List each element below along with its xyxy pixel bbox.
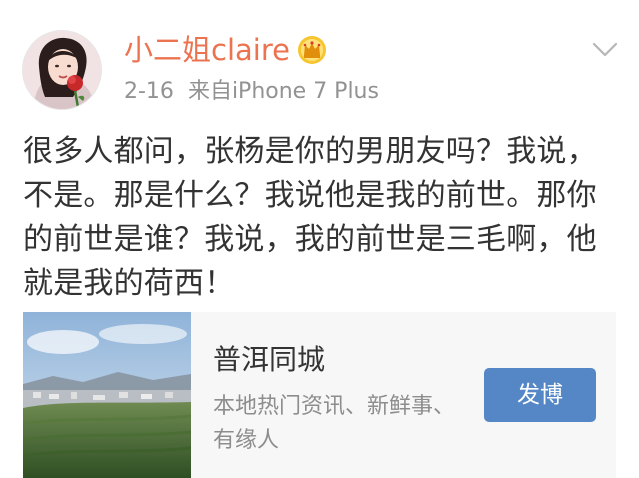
crown-icon[interactable] — [296, 34, 328, 66]
chevron-down-icon[interactable] — [589, 37, 621, 61]
post-button[interactable]: 发博 — [484, 368, 596, 422]
post-meta: 2-16 来自iPhone 7 Plus — [124, 74, 379, 110]
author-name[interactable]: 小二姐claire — [124, 28, 290, 72]
card-title: 普洱同城 — [213, 343, 326, 376]
card-description: 本地热门资讯、新鲜事、有缘人 — [213, 394, 456, 453]
post-text: 很多人都问，张杨是你的男朋友吗？我说，不是。那是什么？我说他是我的前世。那你的前… — [23, 134, 597, 301]
author-row: 小二姐claire — [124, 28, 328, 72]
avatar[interactable] — [22, 30, 102, 110]
post-time: 2-16 — [124, 79, 174, 104]
location-card[interactable]: 普洱同城 本地热门资讯、新鲜事、有缘人 发博 — [23, 312, 616, 478]
post-source[interactable]: 来自iPhone 7 Plus — [188, 79, 379, 104]
card-thumbnail — [23, 312, 191, 478]
